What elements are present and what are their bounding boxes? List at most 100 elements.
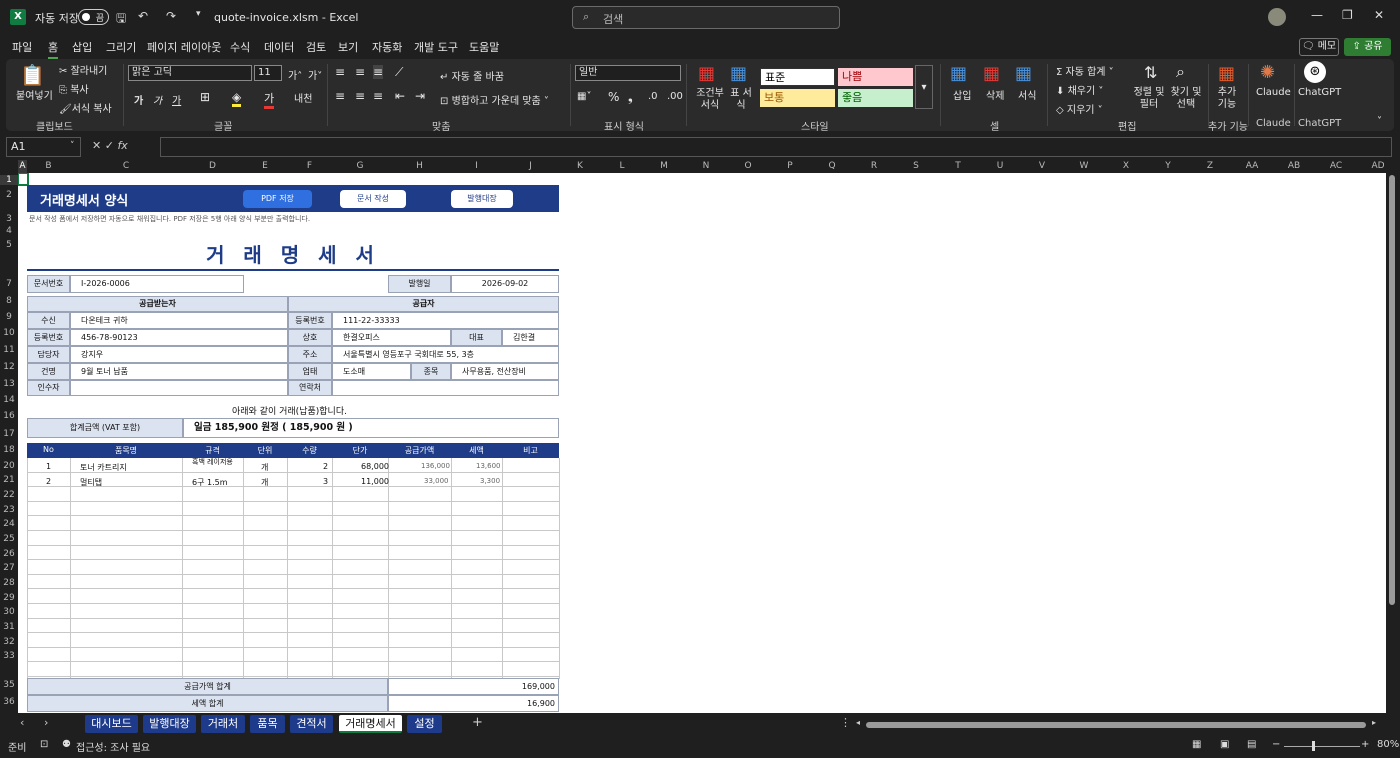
tab-settings[interactable]: 설정 bbox=[407, 715, 442, 733]
recv-value-4[interactable] bbox=[70, 380, 288, 396]
column-header-C[interactable]: C bbox=[70, 160, 182, 173]
align-bottom-icon[interactable]: ≡ bbox=[373, 65, 384, 79]
minimize-icon[interactable]: — bbox=[1311, 8, 1323, 22]
column-header-R[interactable]: R bbox=[853, 160, 895, 173]
menu-page-layout[interactable]: 페이지 레이아웃 bbox=[147, 39, 221, 55]
row-header-29[interactable]: 29 bbox=[0, 593, 18, 603]
style-normal[interactable]: 표준 bbox=[760, 68, 835, 86]
recv-value-1[interactable]: 456-78-90123 bbox=[70, 329, 288, 346]
column-header-X[interactable]: X bbox=[1105, 160, 1147, 173]
autosum-button[interactable]: Σ 자동 합계 ˅ bbox=[1056, 63, 1114, 78]
row-header-30[interactable]: 30 bbox=[0, 607, 18, 617]
delete-cells-icon[interactable]: ▦ bbox=[983, 63, 1000, 84]
column-header-D[interactable]: D bbox=[182, 160, 243, 173]
issue-date-value[interactable]: 2026-09-02 bbox=[451, 275, 559, 293]
share-button[interactable]: ⇪ 공유 bbox=[1344, 38, 1391, 56]
paste-button[interactable]: 붙여넣기 bbox=[16, 87, 53, 102]
enter-icon[interactable]: ✓ bbox=[105, 139, 114, 152]
paste-icon[interactable]: 📋 bbox=[20, 63, 45, 87]
align-top-icon[interactable]: ≡ bbox=[335, 65, 345, 79]
docno-value[interactable]: I-2026-0006 bbox=[70, 275, 244, 293]
memo-button[interactable]: 🗨 메모 bbox=[1299, 38, 1339, 56]
row-header-25[interactable]: 25 bbox=[0, 534, 18, 544]
page-layout-view-icon[interactable]: ▣ bbox=[1220, 739, 1229, 750]
tab-options-icon[interactable]: ⋮ bbox=[840, 716, 851, 729]
column-header-T[interactable]: T bbox=[937, 160, 979, 173]
column-header-V[interactable]: V bbox=[1021, 160, 1063, 173]
menu-review[interactable]: 검토 bbox=[306, 39, 326, 55]
sort-filter-icon[interactable]: ⇅ bbox=[1144, 63, 1157, 82]
row-header-2[interactable]: 2 bbox=[0, 190, 18, 200]
tab-quote[interactable]: 견적서 bbox=[290, 715, 333, 733]
font-size-select[interactable]: 11 bbox=[254, 65, 282, 81]
address-value[interactable]: 서울특별시 영등포구 국회대로 55, 3층 bbox=[332, 346, 559, 363]
next-sheet-icon[interactable]: › bbox=[44, 716, 48, 729]
menu-file[interactable]: 파일 bbox=[12, 39, 32, 55]
undo-icon[interactable]: ↶ bbox=[138, 9, 148, 23]
column-header-AB[interactable]: AB bbox=[1273, 160, 1315, 173]
align-center-icon[interactable]: ≡ bbox=[355, 89, 365, 103]
row-header-14[interactable]: 14 bbox=[0, 395, 18, 405]
insert-cells-icon[interactable]: ▦ bbox=[950, 63, 967, 84]
clear-button[interactable]: ◇ 지우기 ˅ bbox=[1056, 101, 1103, 116]
menu-home[interactable]: 홈 bbox=[48, 39, 59, 59]
cancel-icon[interactable]: ✕ bbox=[92, 139, 101, 152]
fill-color-icon[interactable]: ◈ bbox=[232, 90, 242, 107]
table-format-button[interactable]: 표 서식 bbox=[728, 88, 754, 112]
claude-button[interactable]: Claude bbox=[1256, 87, 1291, 98]
row-header-4[interactable]: 4 bbox=[0, 226, 18, 236]
row-header-27[interactable]: 27 bbox=[0, 563, 18, 573]
delete-cells-button[interactable]: 삭제 bbox=[986, 87, 1004, 102]
prev-sheet-icon[interactable]: ‹ bbox=[20, 716, 24, 729]
add-sheet-icon[interactable]: + bbox=[472, 715, 483, 730]
phonetic-icon[interactable]: 내천 bbox=[294, 90, 312, 105]
close-icon[interactable]: ✕ bbox=[1374, 8, 1384, 22]
accessibility-status[interactable]: 접근성: 조사 필요 bbox=[76, 739, 150, 754]
avatar[interactable] bbox=[1268, 8, 1286, 26]
font-color-icon[interactable]: 가 bbox=[264, 90, 275, 109]
row-header-26[interactable]: 26 bbox=[0, 549, 18, 559]
menu-view[interactable]: 보기 bbox=[338, 39, 358, 55]
normal-view-icon[interactable]: ▦ bbox=[1192, 739, 1201, 750]
addins-button[interactable]: 추가 기능 bbox=[1212, 87, 1242, 111]
row-header-24[interactable]: 24 bbox=[0, 519, 18, 529]
zoom-slider-thumb[interactable] bbox=[1312, 741, 1315, 751]
customize-qat-icon[interactable]: ▾ bbox=[196, 9, 201, 19]
insert-cells-button[interactable]: 삽입 bbox=[953, 87, 971, 102]
accessibility-icon[interactable]: ⚉ bbox=[62, 739, 71, 750]
column-header-Q[interactable]: Q bbox=[811, 160, 853, 173]
row-header-12[interactable]: 12 bbox=[0, 362, 18, 372]
column-header-W[interactable]: W bbox=[1063, 160, 1105, 173]
business-type-value[interactable]: 도소매 bbox=[332, 363, 411, 380]
tab-issue-ledger[interactable]: 발행대장 bbox=[143, 715, 196, 733]
align-right-icon[interactable]: ≡ bbox=[373, 89, 383, 103]
recv-value-2[interactable]: 강지우 bbox=[70, 346, 288, 363]
business-item-value[interactable]: 사무용품, 전산장비 bbox=[451, 363, 559, 380]
scroll-right-icon[interactable]: ▸ bbox=[1372, 718, 1376, 727]
scroll-left-icon[interactable]: ◂ bbox=[856, 718, 860, 727]
representative-value[interactable]: 김한결 bbox=[502, 329, 559, 346]
menu-automate[interactable]: 자동화 bbox=[372, 39, 402, 55]
column-header-U[interactable]: U bbox=[979, 160, 1021, 173]
align-left-icon[interactable]: ≡ bbox=[335, 89, 345, 103]
recv-value-3[interactable]: 9월 토너 납품 bbox=[70, 363, 288, 380]
format-painter-button[interactable]: 🖌서식 복사 bbox=[59, 100, 112, 115]
tab-items[interactable]: 품목 bbox=[250, 715, 285, 733]
row-header-1[interactable]: 1 bbox=[0, 175, 18, 185]
vertical-scrollbar[interactable] bbox=[1386, 173, 1400, 713]
column-header-E[interactable]: E bbox=[243, 160, 287, 173]
style-bad[interactable]: 나쁨 bbox=[838, 68, 913, 86]
horizontal-scrollbar[interactable] bbox=[866, 722, 1366, 728]
row-header-5[interactable]: 5 bbox=[0, 240, 18, 250]
copy-button[interactable]: ⎘ 복사 bbox=[59, 81, 89, 96]
column-header-K[interactable]: K bbox=[559, 160, 601, 173]
row-header-13[interactable]: 13 bbox=[0, 379, 18, 389]
fx-icon[interactable]: fx bbox=[117, 139, 127, 152]
menu-help[interactable]: 도움말 bbox=[469, 39, 499, 55]
find-select-icon[interactable]: ⌕ bbox=[1176, 62, 1185, 82]
worksheet-grid[interactable]: 거래명세서 양식 PDF 저장 문서 작성 발행대장 문서 작성 폼에서 저장하… bbox=[18, 173, 1386, 713]
row-header-9[interactable]: 9 bbox=[0, 312, 18, 322]
font-name-select[interactable]: 맑은 고딕 bbox=[128, 65, 252, 81]
row-header-22[interactable]: 22 bbox=[0, 490, 18, 500]
zoom-slider[interactable] bbox=[1284, 746, 1360, 747]
